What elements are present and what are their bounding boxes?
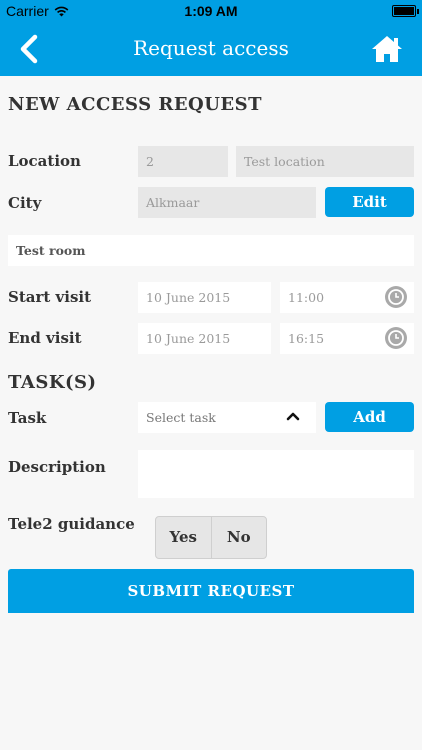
end-date-field[interactable]: 10 June 2015: [138, 323, 271, 354]
location-label: Location: [8, 152, 81, 170]
home-icon[interactable]: [370, 34, 404, 64]
start-date-field[interactable]: 10 June 2015: [138, 282, 271, 313]
add-task-button[interactable]: Add: [325, 402, 414, 432]
chevron-up-icon[interactable]: [286, 411, 300, 421]
guidance-toggle: Yes No: [155, 516, 267, 559]
edit-city-button[interactable]: Edit: [325, 187, 414, 217]
guidance-label: Tele2 guidance: [8, 515, 135, 533]
end-time-value: 16:15: [288, 331, 325, 346]
nav-bar: Request access: [0, 22, 422, 76]
status-time: 1:09 AM: [184, 3, 238, 19]
guidance-no-button[interactable]: No: [210, 517, 267, 558]
task-label: Task: [8, 409, 47, 427]
status-bar: Carrier 1:09 AM: [0, 0, 422, 22]
tasks-heading: TASK(S): [8, 372, 97, 393]
task-select-placeholder: Select task: [146, 410, 216, 425]
page-title: Request access: [133, 36, 289, 60]
location-name-field: Test location: [236, 146, 414, 177]
clock-icon[interactable]: [385, 286, 407, 308]
description-label: Description: [8, 458, 106, 476]
city-field: Alkmaar: [138, 187, 316, 218]
city-label: City: [8, 194, 42, 212]
submit-request-button[interactable]: SUBMIT REQUEST: [8, 569, 414, 613]
end-visit-label: End visit: [8, 329, 82, 347]
location-number-field: 2: [138, 146, 228, 177]
start-time-value: 11:00: [288, 290, 325, 305]
battery-icon: [392, 5, 419, 17]
guidance-yes-button[interactable]: Yes: [156, 517, 211, 558]
form-heading: NEW ACCESS REQUEST: [8, 94, 263, 115]
clock-icon[interactable]: [385, 327, 407, 349]
room-field[interactable]: Test room: [8, 235, 414, 266]
start-visit-label: Start visit: [8, 288, 92, 306]
description-input[interactable]: [138, 450, 414, 498]
